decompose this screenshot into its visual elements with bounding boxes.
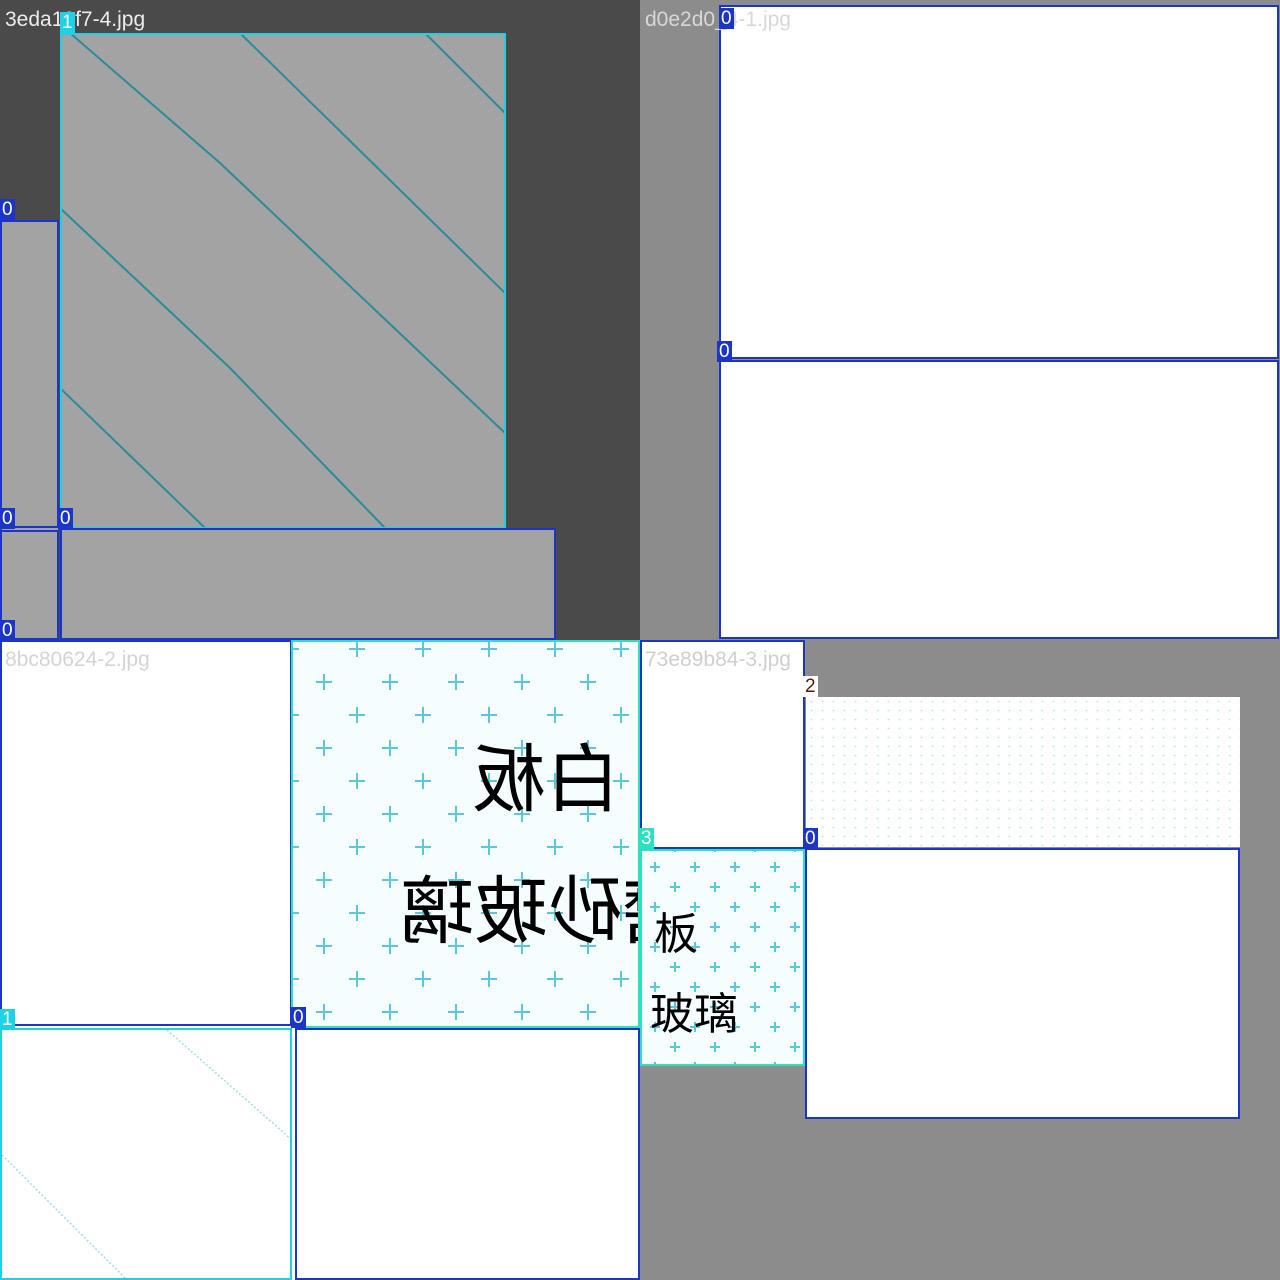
tile-filename: 3eda19f7-4.jpg [5,8,146,31]
bbox-label: 0 [717,341,732,362]
bbox-label: 0 [58,508,73,529]
mosaic-tile-3: 白板 磨砂玻璃 3 1 0 8bc80624-2.jpg [0,640,640,1280]
bbox-class-0 [60,528,556,640]
bbox-label: 1 [60,12,75,33]
bbox-label: 2 [803,676,818,697]
bbox-label: 0 [0,620,15,640]
bbox-label: 1 [0,1009,15,1030]
bbox-label: 0 [291,1007,306,1028]
bbox-label: 0 [0,508,15,529]
bbox-class-0 [719,5,1279,359]
bbox-class-3 [291,640,640,1028]
bbox-label: 0 [803,828,818,849]
bbox-class-0 [805,848,1240,1119]
speckled-panel [806,697,1240,847]
tile-filename: d0e2d0_4-1.jpg [645,8,791,31]
bbox-class-1 [0,1028,292,1280]
bbox-class-1 [60,33,506,529]
bbox-class-0 [0,220,59,528]
tile-filename: 73e89b84-3.jpg [645,648,791,671]
bbox-class-0 [295,1028,640,1280]
bbox-class-3 [640,849,805,1066]
mosaic-tile-2: 0 0 d0e2d0_4-1.jpg [640,0,1280,640]
bbox-label: 0 [0,199,15,220]
bbox-label: 3 [640,828,654,849]
bbox-label: 3 [291,640,306,642]
bbox-label: 0 [719,8,734,29]
bbox-class-0 [0,640,292,1026]
mosaic-tile-4: 板 玻璃 2 3 0 0 73e89b84-3.jpg [640,640,1280,1280]
mosaic-tile-1: 1 0 0 0 0 3eda19f7-4.jpg [0,0,640,640]
tile-filename: 8bc80624-2.jpg [5,648,150,671]
bbox-class-0 [719,360,1279,639]
